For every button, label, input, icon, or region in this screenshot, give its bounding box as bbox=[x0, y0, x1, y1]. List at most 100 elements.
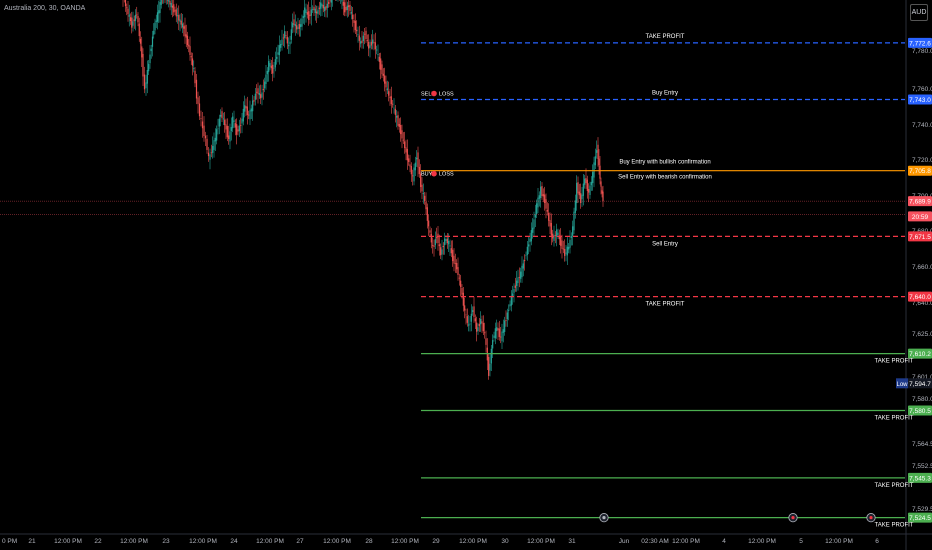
candle-body bbox=[365, 30, 367, 40]
candle-body bbox=[206, 138, 208, 150]
candle-body bbox=[324, 6, 326, 12]
candle-body bbox=[190, 56, 192, 58]
candle-body bbox=[298, 23, 300, 29]
candle-body bbox=[168, 0, 170, 2]
candle-body bbox=[254, 93, 256, 100]
candle-body bbox=[590, 181, 592, 186]
event-marker-dot bbox=[791, 516, 795, 520]
time-tick-label: 0 PM bbox=[2, 538, 17, 545]
candle-body bbox=[330, 0, 332, 3]
candle-body bbox=[386, 88, 388, 91]
candle-body bbox=[276, 56, 278, 59]
candle-body bbox=[564, 248, 566, 256]
candle-body bbox=[245, 106, 247, 109]
candle-body bbox=[142, 53, 144, 77]
candle-body bbox=[216, 129, 218, 141]
candle-body bbox=[562, 248, 564, 250]
candle-body bbox=[549, 220, 551, 227]
candle-body bbox=[441, 249, 443, 255]
time-tick-label: 21 bbox=[28, 538, 36, 545]
candle-body bbox=[257, 88, 259, 94]
candle-body bbox=[525, 255, 527, 257]
candle-body bbox=[193, 68, 195, 69]
candle-body bbox=[508, 310, 510, 311]
price-chart[interactable]: 7,780.07,760.07,740.07,720.07,700.07,680… bbox=[0, 0, 932, 550]
candle-body bbox=[369, 45, 371, 48]
candle-body bbox=[272, 64, 274, 74]
candle-body bbox=[132, 21, 134, 26]
candle-body bbox=[281, 39, 283, 45]
candle-body bbox=[522, 263, 524, 269]
candle-body bbox=[584, 178, 586, 185]
candle-body bbox=[133, 19, 135, 22]
candle-body bbox=[322, 4, 324, 9]
candle-body bbox=[461, 287, 463, 295]
candle-body bbox=[234, 123, 236, 128]
candle-body bbox=[270, 65, 272, 69]
candle-body bbox=[397, 115, 399, 126]
candle-body bbox=[212, 145, 214, 153]
candle-body bbox=[442, 245, 444, 248]
candle-body bbox=[134, 14, 137, 21]
candle-body bbox=[241, 118, 243, 124]
level-label: TAKE PROFIT bbox=[646, 34, 685, 40]
candle-body bbox=[233, 120, 235, 123]
price-tick-label: 7,720.0 bbox=[912, 157, 932, 164]
candle-body bbox=[293, 19, 295, 25]
candle-body bbox=[175, 9, 177, 17]
candle-body bbox=[594, 156, 596, 166]
candle-body bbox=[396, 115, 398, 118]
level-left-label: LOSS bbox=[439, 92, 454, 98]
candle-body bbox=[316, 11, 318, 14]
candle-body bbox=[191, 58, 194, 66]
candle-body bbox=[570, 236, 572, 238]
candle-body bbox=[526, 246, 528, 255]
candle-body bbox=[146, 70, 148, 84]
price-tick-label: 7,580.0 bbox=[912, 396, 932, 403]
candle-body bbox=[466, 316, 468, 323]
candle-body bbox=[220, 114, 222, 117]
candle-body bbox=[225, 124, 227, 130]
time-tick-label: 29 bbox=[432, 538, 440, 545]
candle-body bbox=[454, 263, 456, 265]
candle-body bbox=[382, 73, 384, 76]
candle-body bbox=[200, 118, 202, 120]
candle-body bbox=[221, 111, 223, 119]
candle-body bbox=[545, 199, 547, 209]
candle-body bbox=[246, 106, 248, 115]
candle-body bbox=[292, 23, 294, 28]
candle-body bbox=[141, 46, 143, 58]
candle-body bbox=[582, 183, 584, 196]
candle-body bbox=[204, 135, 207, 139]
time-tick-label: Jun bbox=[619, 538, 630, 545]
candle-body bbox=[436, 237, 438, 239]
candle-body bbox=[560, 235, 562, 246]
candle-body bbox=[294, 24, 296, 27]
candle-body bbox=[576, 182, 578, 204]
candle-body bbox=[356, 29, 358, 32]
candle-body bbox=[357, 34, 359, 36]
candle-body bbox=[218, 118, 220, 127]
candle-body bbox=[154, 22, 156, 31]
candle-body bbox=[541, 186, 543, 197]
level-left-label: LOSS bbox=[439, 172, 454, 178]
candle-body bbox=[557, 232, 559, 235]
candle-body bbox=[600, 181, 602, 187]
candle-body bbox=[210, 152, 212, 154]
currency-button[interactable]: AUD bbox=[910, 4, 928, 21]
candle-body bbox=[574, 200, 576, 213]
candle-body bbox=[188, 44, 190, 47]
candle-body bbox=[273, 67, 275, 69]
current-price-tag-text: 20:59 bbox=[912, 214, 929, 221]
candle-body bbox=[344, 2, 346, 13]
candle-body bbox=[464, 305, 466, 311]
candle-body bbox=[561, 240, 563, 249]
candle-body bbox=[456, 263, 458, 270]
time-tick-label: 02:30 AM bbox=[641, 538, 668, 545]
candle-body bbox=[380, 58, 382, 70]
candle-body bbox=[402, 139, 404, 141]
candle-body bbox=[446, 238, 448, 244]
candle-body bbox=[470, 313, 472, 322]
candle-body bbox=[385, 81, 387, 88]
candle-body bbox=[290, 29, 292, 40]
